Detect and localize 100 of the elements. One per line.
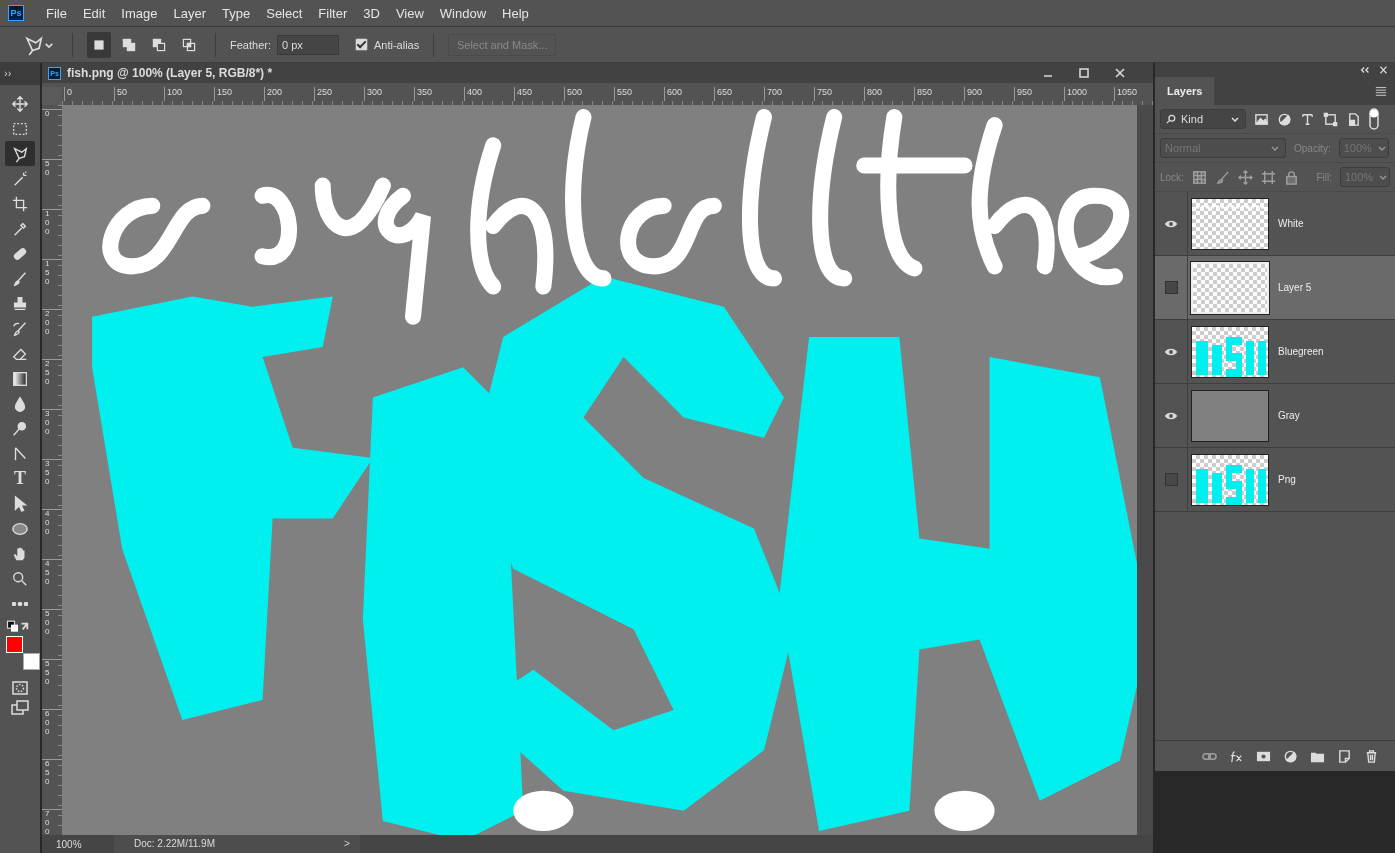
chevron-icon[interactable] xyxy=(1377,172,1390,182)
brush-icon[interactable] xyxy=(1214,169,1230,185)
eye-icon[interactable] xyxy=(1164,346,1178,357)
layer-row[interactable]: Gray xyxy=(1155,384,1395,448)
shape-filter-icon[interactable] xyxy=(1323,111,1338,127)
layer-row[interactable]: Bluegreen xyxy=(1155,320,1395,384)
lasso-icon xyxy=(11,144,29,163)
ruler-label: 1000 xyxy=(1064,87,1114,101)
intersect-selection-icon xyxy=(181,36,197,53)
collapse-grip[interactable]: ›› xyxy=(0,63,40,85)
ruler-label: 400 xyxy=(464,87,514,101)
subtract-selection-icon xyxy=(151,36,167,53)
visibility-toggle[interactable] xyxy=(1164,281,1178,294)
type-filter-icon[interactable] xyxy=(1300,111,1315,127)
crop-icon xyxy=(11,194,29,213)
menu-item[interactable]: Select xyxy=(258,5,311,21)
ruler-label: 600 xyxy=(664,87,714,101)
feather-label: Feather: xyxy=(230,38,271,51)
lock-transparency-icon[interactable] xyxy=(1191,169,1207,185)
dodge-icon xyxy=(11,419,29,438)
fx-icon[interactable] xyxy=(1228,748,1244,764)
panel-menu-icon[interactable] xyxy=(1375,85,1387,97)
foreground-color-swatch[interactable] xyxy=(6,636,23,653)
menu-item[interactable]: View xyxy=(387,5,432,21)
menu-item[interactable]: Window xyxy=(431,5,495,21)
ruler-label: 250 xyxy=(45,360,51,387)
zoom-level[interactable]: 100% xyxy=(42,838,114,850)
artboard-icon[interactable] xyxy=(1260,169,1276,185)
anti-alias-checkbox[interactable] xyxy=(354,38,368,51)
quick-mask-icon[interactable] xyxy=(10,678,30,698)
menu-item[interactable]: Layer xyxy=(165,5,215,21)
collapse-icon[interactable] xyxy=(1359,65,1371,75)
search-icon[interactable] xyxy=(1165,114,1177,124)
layer-name: Png xyxy=(1278,474,1296,485)
layers-tab[interactable]: Layers xyxy=(1155,77,1215,105)
menu-item[interactable]: Type xyxy=(214,5,259,21)
anti-alias-label: Anti-alias xyxy=(373,38,420,51)
adjustment-filter-icon[interactable] xyxy=(1277,111,1292,127)
screen-mode-icon[interactable] xyxy=(10,698,30,718)
gradient-icon xyxy=(11,369,29,388)
vertical-scrollbar[interactable] xyxy=(1137,105,1153,835)
layer-row[interactable]: Layer 5 xyxy=(1155,256,1395,320)
ruler-label: 600 xyxy=(45,710,51,737)
ruler-label: 950 xyxy=(1014,87,1064,101)
ruler-label: 650 xyxy=(714,87,764,101)
chevron-icon[interactable] xyxy=(1229,114,1241,124)
ruler-label: 750 xyxy=(814,87,864,101)
ruler-label: 650 xyxy=(45,760,51,787)
ruler-label: 300 xyxy=(45,410,51,437)
ruler-label: 900 xyxy=(964,87,1014,101)
layer-row[interactable]: Png xyxy=(1155,448,1395,512)
document-info: Doc: 2.22M/11.9M xyxy=(114,835,334,853)
magic-wand-icon xyxy=(11,169,29,188)
background-color-swatch[interactable] xyxy=(23,653,40,670)
app-logo: Ps xyxy=(8,5,24,21)
ruler-label: 50 xyxy=(45,160,51,178)
layer-name: Gray xyxy=(1278,410,1300,421)
filter-toggle-icon[interactable] xyxy=(1369,108,1379,130)
image-filter-icon[interactable] xyxy=(1254,111,1269,127)
menu-item[interactable]: Image xyxy=(113,5,166,21)
menu-item[interactable]: 3D xyxy=(355,5,388,21)
ruler-label: 850 xyxy=(914,87,964,101)
move-icon[interactable] xyxy=(1237,169,1253,185)
tool-button[interactable] xyxy=(5,141,35,166)
layer-row[interactable]: White xyxy=(1155,192,1395,256)
ruler-label: 150 xyxy=(45,260,51,287)
menu-item[interactable]: Edit xyxy=(74,5,114,21)
adjustment-layer-icon[interactable] xyxy=(1282,748,1298,764)
filter-kind-dropdown[interactable]: Kind xyxy=(1160,109,1246,129)
menu-item[interactable]: File xyxy=(38,5,75,21)
filter-kind-label: Kind xyxy=(1181,113,1205,125)
ruler-label: 500 xyxy=(564,87,614,101)
lock-icon[interactable] xyxy=(1283,169,1299,185)
new-layer-icon[interactable] xyxy=(1336,748,1352,764)
ruler-label: 200 xyxy=(45,310,51,337)
menu-item[interactable]: Filter xyxy=(310,5,356,21)
feather-field[interactable]: 0 px xyxy=(276,34,339,55)
ruler-label: 100 xyxy=(164,87,214,101)
zoom-icon xyxy=(11,569,29,588)
document-title[interactable]: fish.png @ 100% (Layer 5, RGB/8*) * xyxy=(67,66,1033,80)
ruler-label: 350 xyxy=(414,87,464,101)
close-icon[interactable] xyxy=(1377,65,1389,75)
type-tool-button[interactable]: T xyxy=(5,466,35,491)
new-selection-button[interactable] xyxy=(87,31,111,58)
ruler-label: 550 xyxy=(614,87,664,101)
stamp-icon xyxy=(11,294,29,313)
ruler-label: 450 xyxy=(514,87,564,101)
visibility-toggle[interactable] xyxy=(1164,473,1178,486)
ruler-label: 700 xyxy=(764,87,814,101)
ruler-label: 200 xyxy=(264,87,314,101)
layer-name: Bluegreen xyxy=(1278,346,1324,357)
smart-object-filter-icon[interactable] xyxy=(1346,111,1361,127)
eye-icon[interactable] xyxy=(1164,410,1178,421)
menu-item[interactable]: Help xyxy=(494,5,537,21)
ruler-label: 550 xyxy=(45,660,51,687)
eye-icon[interactable] xyxy=(1164,218,1178,229)
move-icon xyxy=(11,94,29,113)
ruler-label: 100 xyxy=(45,210,51,237)
ruler-label: 500 xyxy=(45,610,51,637)
layer-name: Layer 5 xyxy=(1278,282,1312,293)
